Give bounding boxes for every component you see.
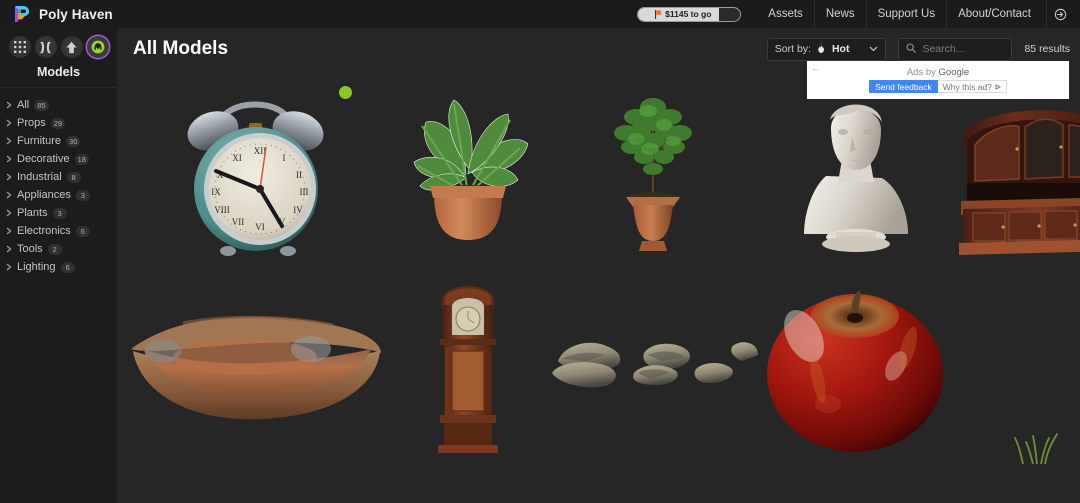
category-label: Industrial	[17, 171, 62, 183]
chevron-right-icon	[6, 209, 12, 217]
donation-progress-label-wrap: $1145 to go	[655, 9, 723, 19]
search-input[interactable]	[922, 43, 1010, 55]
nav-link-about-contact[interactable]: About/Contact	[946, 0, 1042, 28]
chevron-down-icon	[869, 43, 878, 55]
sort-dropdown[interactable]: Sort by: Hot	[767, 38, 887, 61]
asset-card-wooden-hutch-cabinet[interactable]	[953, 74, 1080, 269]
asset-card-potted-plant-arrowhead[interactable]	[388, 74, 548, 269]
asset-card-marble-bust[interactable]	[758, 74, 953, 269]
svg-text:III: III	[300, 187, 309, 197]
flag-icon	[655, 10, 662, 19]
sidebar: Models All 85 Props 29 Furniture 30 Deco…	[0, 28, 117, 503]
nav-link-support-us[interactable]: Support Us	[866, 0, 947, 28]
chevron-right-icon	[6, 173, 12, 181]
models-icon[interactable]	[87, 36, 109, 58]
sidebar-item-appliances[interactable]: Appliances 3	[0, 186, 117, 204]
page-body: Models All 85 Props 29 Furniture 30 Deco…	[0, 28, 1080, 503]
sidebar-item-industrial[interactable]: Industrial 8	[0, 168, 117, 186]
nav-link-assets[interactable]: Assets	[757, 0, 814, 28]
main-content: All Models Sort by: Hot	[117, 28, 1080, 503]
chevron-right-icon	[6, 191, 12, 199]
category-count: 85	[34, 100, 48, 111]
category-label: Electronics	[17, 225, 71, 237]
sidebar-item-tools[interactable]: Tools 2	[0, 240, 117, 258]
sort-value: Hot	[832, 43, 850, 55]
search-box[interactable]	[898, 38, 1012, 61]
brand-name: Poly Haven	[39, 7, 113, 22]
sidebar-item-props[interactable]: Props 29	[0, 114, 117, 132]
category-count: 30	[66, 136, 80, 147]
category-count: 29	[51, 118, 65, 129]
chevron-right-icon	[6, 155, 12, 163]
category-count: 3	[53, 208, 67, 219]
category-label: Furniture	[17, 135, 61, 147]
chevron-right-icon	[6, 227, 12, 235]
sidebar-item-plants[interactable]: Plants 3	[0, 204, 117, 222]
sidebar-item-all[interactable]: All 85	[0, 96, 117, 114]
chevron-right-icon	[6, 245, 12, 253]
category-label: Appliances	[17, 189, 71, 201]
hdris-icon[interactable]	[35, 36, 57, 58]
svg-text:IX: IX	[211, 187, 221, 197]
asset-card-red-apple[interactable]	[758, 269, 953, 464]
new-badge-dot	[339, 86, 352, 99]
sidebar-item-furniture[interactable]: Furniture 30	[0, 132, 117, 150]
svg-text:IV: IV	[293, 205, 303, 215]
donation-amount-text: $1145 to go	[665, 9, 711, 19]
top-navigation: $1145 to go Assets News Support Us About…	[637, 0, 1080, 28]
sidebar-item-decorative[interactable]: Decorative 18	[0, 150, 117, 168]
asset-card-potted-plant-small-tree[interactable]	[548, 74, 758, 269]
category-count: 18	[75, 154, 89, 165]
back-arrow-icon[interactable]: ←	[811, 63, 820, 73]
chevron-right-icon	[6, 263, 12, 271]
category-count: 8	[67, 172, 81, 183]
category-count: 6	[61, 262, 75, 273]
svg-text:I: I	[283, 153, 286, 163]
chevron-right-icon	[6, 119, 12, 127]
search-icon	[906, 40, 916, 58]
category-label: Decorative	[17, 153, 70, 165]
asset-grid: XIIIII IIIIVV VIVIIVIII IXXXI	[117, 70, 1080, 464]
asset-card-grass-tuft[interactable]	[953, 419, 1080, 464]
category-count: 3	[76, 190, 90, 201]
category-count: 6	[76, 226, 90, 237]
nav-link-news[interactable]: News	[814, 0, 866, 28]
textures-icon[interactable]	[61, 36, 83, 58]
page-title: All Models	[133, 38, 228, 60]
results-count: 85 results	[1024, 43, 1070, 55]
asset-card-rock-cluster[interactable]	[548, 269, 758, 464]
asset-type-switcher	[0, 28, 117, 58]
sort-prefix-label: Sort by:	[775, 43, 811, 55]
asset-card-alarm-clock[interactable]: XIIIII IIIIVV VIVIIVIII IXXXI	[123, 74, 388, 269]
category-list: All 85 Props 29 Furniture 30 Decorative …	[0, 88, 117, 276]
sidebar-section-title: Models	[0, 65, 117, 87]
sidebar-item-lighting[interactable]: Lighting 6	[0, 258, 117, 276]
sidebar-item-electronics[interactable]: Electronics 6	[0, 222, 117, 240]
category-label: All	[17, 99, 29, 111]
chevron-right-icon	[6, 101, 12, 109]
svg-text:II: II	[296, 170, 302, 180]
listing-controls: Sort by: Hot	[767, 38, 1080, 61]
polyhaven-logo-icon	[13, 5, 30, 23]
category-label: Plants	[17, 207, 48, 219]
top-bar: Poly Haven $1145 to go Assets News Suppo…	[0, 0, 1080, 28]
svg-text:VIII: VIII	[214, 205, 230, 215]
svg-text:XI: XI	[232, 153, 242, 163]
chevron-right-icon	[6, 137, 12, 145]
asset-card-wooden-bowl[interactable]	[123, 269, 388, 464]
brand-logo[interactable]: Poly Haven	[0, 5, 113, 23]
category-label: Tools	[17, 243, 43, 255]
svg-text:VI: VI	[255, 222, 265, 232]
login-icon[interactable]	[1046, 0, 1074, 28]
category-label: Props	[17, 117, 46, 129]
donation-progress-pill[interactable]: $1145 to go	[637, 7, 741, 22]
asset-card-grandfather-clock[interactable]	[388, 269, 548, 464]
category-label: Lighting	[17, 261, 56, 273]
fire-icon	[817, 42, 826, 56]
svg-text:VII: VII	[232, 217, 245, 227]
category-count: 2	[48, 244, 62, 255]
all-assets-icon[interactable]	[9, 36, 31, 58]
